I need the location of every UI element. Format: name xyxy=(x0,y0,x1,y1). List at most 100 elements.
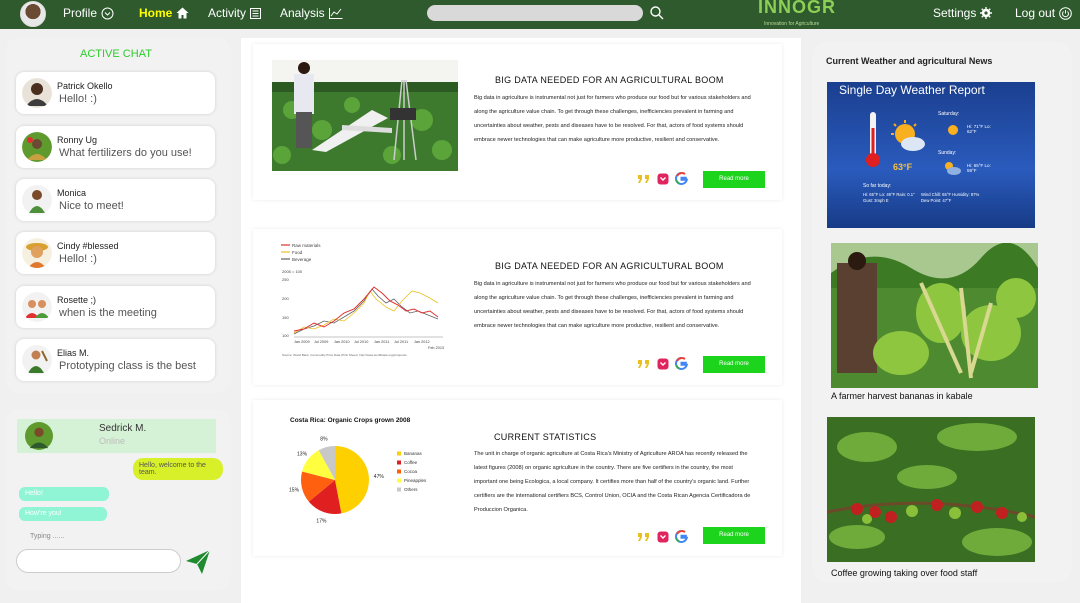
contact-message: Hello! :) xyxy=(59,93,97,105)
avatar xyxy=(22,185,52,215)
contact-name: Rosette ;) xyxy=(57,295,97,305)
quote-icon[interactable] xyxy=(637,531,651,543)
legend-swatch xyxy=(397,451,401,456)
search-icon[interactable] xyxy=(650,6,664,20)
pie-slice-bananas xyxy=(335,446,369,514)
nav-settings-label: Settings xyxy=(933,6,977,20)
saturday-label: Saturday: xyxy=(938,111,960,117)
commodity-price-chart: Raw materials Food Beverage 2005 = 100 2… xyxy=(278,241,448,359)
quote-icon[interactable] xyxy=(637,358,651,370)
chevron-down-icon xyxy=(101,7,114,19)
legend-food: Food xyxy=(292,250,303,255)
read-more-button[interactable]: Read more xyxy=(703,527,765,544)
received-message: How're you! xyxy=(19,507,107,521)
chart-title: Costa Rica: Organic Crops grown 2008 xyxy=(290,417,411,424)
nav-activity-label: Activity xyxy=(208,6,247,20)
x-tick: Jan 2011 xyxy=(374,340,389,344)
pocket-icon[interactable] xyxy=(657,173,669,185)
power-icon xyxy=(1059,6,1072,20)
read-more-button[interactable]: Read more xyxy=(703,171,765,188)
google-icon[interactable] xyxy=(675,172,688,185)
send-icon[interactable] xyxy=(185,549,211,575)
innogr-logo: INNOGR Innovation for Agriculture xyxy=(758,0,836,27)
contact-elias[interactable]: Elias M. Prototyping class is the best xyxy=(16,339,215,381)
photo-caption: Coffee growing taking over food staff xyxy=(831,568,978,578)
legend-label: Pineapples xyxy=(404,478,427,483)
y-tick: 150 xyxy=(282,315,289,320)
x-tick: Feb 2013 xyxy=(428,346,444,350)
legend-swatch xyxy=(397,487,401,492)
weather-report-card[interactable]: Single Day Weather Report 63°F Saturday:… xyxy=(827,82,1035,228)
share-buttons xyxy=(637,357,688,370)
read-more-button[interactable]: Read more xyxy=(703,356,765,373)
weather-title: Single Day Weather Report xyxy=(839,83,985,97)
google-icon[interactable] xyxy=(675,357,688,370)
nav-profile[interactable]: Profile xyxy=(63,6,114,20)
contact-name: Cindy #blessed xyxy=(57,241,119,251)
today-details: Hi: 65°F Lo: 49°F Rain: 0.1" Gust: 3mph … xyxy=(863,192,915,203)
avatar xyxy=(22,238,52,268)
legend-raw: Raw materials xyxy=(292,243,321,248)
article-body: The unit in charge of organic agricultur… xyxy=(474,451,751,513)
legend-label: Cocoa xyxy=(404,469,418,474)
contact-name: Monica xyxy=(57,188,87,198)
conversation-header: Sedrick M. Online xyxy=(17,419,216,453)
top-navbar: Profile Home Activity Analysis INNOGR Inn… xyxy=(0,0,1080,29)
chart-icon xyxy=(328,7,343,19)
article-body: Big data in agriculture is instrumental … xyxy=(474,95,751,143)
pie-data-label: 13% xyxy=(297,452,308,458)
so-far-label: So far today: xyxy=(863,183,892,189)
article-title: BIG DATA NEEDED FOR AN AGRICULTURAL BOOM xyxy=(495,261,724,271)
contact-name: Elias M. xyxy=(57,348,90,358)
legend-label: Coffee xyxy=(404,460,418,465)
nav-analysis-label: Analysis xyxy=(280,6,325,20)
contact-cindy[interactable]: Cindy #blessed Hello! :) xyxy=(16,232,215,274)
contact-message: when is the meeting xyxy=(59,307,157,319)
contact-message: Hello! :) xyxy=(59,253,97,265)
coffee-cherries-photo[interactable] xyxy=(827,417,1035,562)
avatar xyxy=(22,132,52,162)
nav-analysis[interactable]: Analysis xyxy=(280,6,343,20)
user-avatar[interactable] xyxy=(20,1,46,27)
active-chat-title: ACTIVE CHAT xyxy=(80,48,152,60)
x-tick: Jan 2010 xyxy=(334,340,350,344)
nav-home[interactable]: Home xyxy=(139,6,189,20)
nav-settings[interactable]: Settings xyxy=(933,6,993,20)
contact-message: Nice to meet! xyxy=(59,200,124,212)
article-card: Costa Rica: Organic Crops grown 2008 8% 4… xyxy=(253,400,782,556)
contact-name: Patrick Okello xyxy=(57,81,113,91)
conversation-status: Online xyxy=(99,436,126,446)
pocket-icon[interactable] xyxy=(657,531,669,543)
x-tick: Jan 2009 xyxy=(294,340,310,344)
article-card: BIG DATA NEEDED FOR AN AGRICULTURAL BOOM… xyxy=(253,44,782,200)
avatar xyxy=(22,78,52,108)
search-input[interactable] xyxy=(427,5,643,21)
message-input[interactable] xyxy=(16,549,181,573)
today-details-2: Wind Chill: 65°F Humidity: 87% Dew Point… xyxy=(921,192,980,203)
contact-ronny[interactable]: Ronny Ug What fertilizers do you use! xyxy=(16,126,215,168)
article-title: BIG DATA NEEDED FOR AN AGRICULTURAL BOOM xyxy=(495,75,724,85)
google-icon[interactable] xyxy=(675,530,688,543)
contact-patrick[interactable]: Patrick Okello Hello! :) xyxy=(16,72,215,114)
contact-rosette[interactable]: Rosette ;) when is the meeting xyxy=(16,286,215,328)
x-tick: Jan 2012 xyxy=(414,340,430,344)
avatar xyxy=(25,422,53,450)
nav-logout[interactable]: Log out xyxy=(1015,6,1072,20)
partly-cloudy-icon xyxy=(891,120,925,151)
avatar xyxy=(22,292,52,322)
legend-label: Others xyxy=(404,487,418,492)
saturday-values: Hi: 71°F Lo: 62°F xyxy=(967,124,991,134)
pie-data-label: 15% xyxy=(289,487,300,493)
contact-message: What fertilizers do you use! xyxy=(59,147,192,159)
logo-tagline: Innovation for Agriculture xyxy=(764,21,820,27)
contact-monica[interactable]: Monica Nice to meet! xyxy=(16,179,215,221)
list-icon xyxy=(250,7,262,19)
pocket-icon[interactable] xyxy=(657,358,669,370)
legend-beverage: Beverage xyxy=(292,257,312,262)
conversation-name: Sedrick M. xyxy=(99,423,147,434)
banana-harvest-photo[interactable] xyxy=(831,243,1038,388)
avatar xyxy=(22,345,52,375)
quote-icon[interactable] xyxy=(637,173,651,185)
nav-activity[interactable]: Activity xyxy=(208,6,262,20)
organic-crops-pie-chart: Costa Rica: Organic Crops grown 2008 8% 4… xyxy=(289,417,427,524)
